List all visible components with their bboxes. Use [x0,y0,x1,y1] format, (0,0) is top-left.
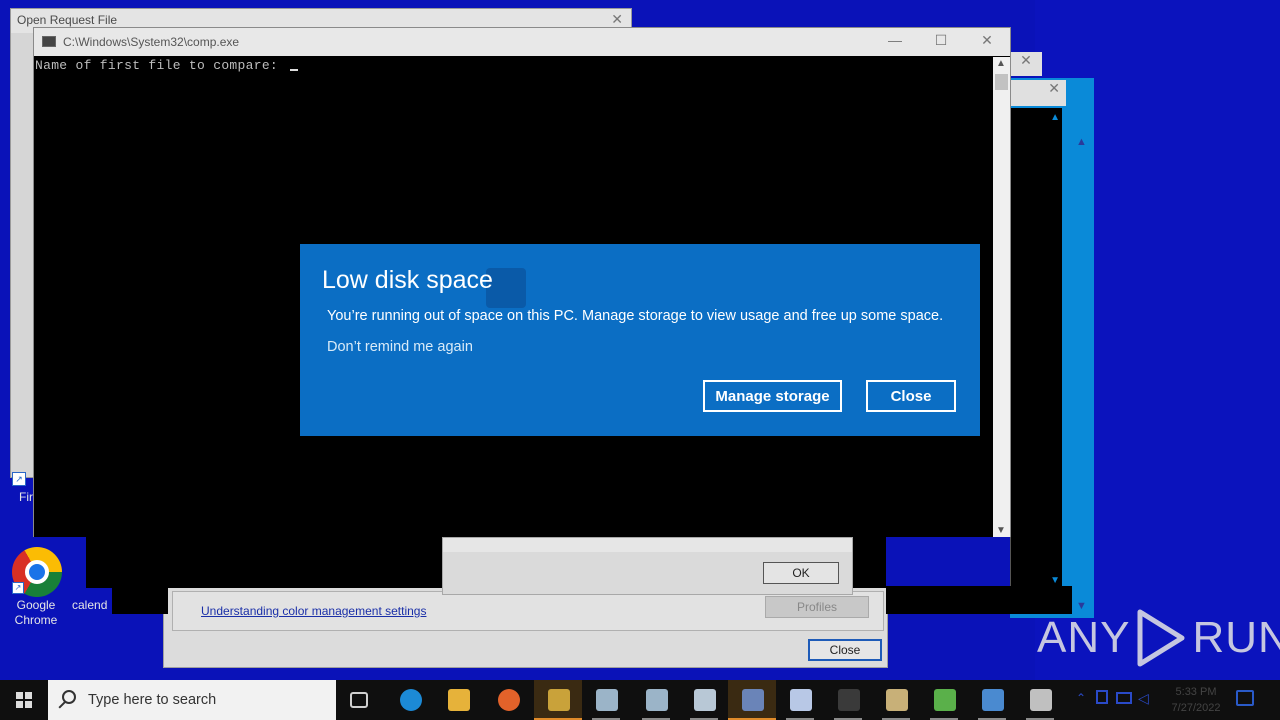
taskbar-item-firefox[interactable] [484,680,532,720]
file-explorer-icon [448,689,470,711]
console-scrollbar[interactable]: ▲ ▼ [993,57,1010,537]
message-dialog-titlebar [443,538,852,552]
scroll-up-icon[interactable]: ▲ [1050,112,1060,123]
ok-button[interactable]: OK [763,562,839,584]
search-icon [62,690,76,704]
monitor-icon [982,689,1004,711]
color-management-close-button[interactable]: Close [808,639,882,661]
edge-icon [400,689,422,711]
taskbar-item-network-tool[interactable] [920,680,968,720]
chevron-up-icon[interactable]: ⌃ [1076,691,1086,705]
background-console-strip-2 [112,580,168,614]
taskbar-clock[interactable]: 5:33 PM 7/27/2022 [1160,684,1232,716]
system-tray: ⌃ ◁ [1072,680,1156,720]
taskbar-item-cube-app[interactable] [680,680,728,720]
desktop-icon-label-calendar[interactable]: calend [72,598,116,612]
background-scrollbar[interactable]: ▲ ▼ [1072,134,1090,614]
close-icon[interactable]: ✕ [964,32,1010,52]
background-console-window: ▲ ▼ [1010,108,1062,590]
console-title: C:\Windows\System32\comp.exe [63,35,240,49]
scroll-down-icon[interactable]: ▼ [1050,575,1060,586]
network-tool-icon [934,689,956,711]
console-prompt-text: Name of first file to compare: [35,58,287,73]
window-app-icon-3 [790,689,812,711]
profiles-button[interactable]: Profiles [765,596,869,618]
task-view-icon [350,692,368,708]
text-cursor [290,69,299,71]
background-close-button-2[interactable]: ✕ [1010,80,1066,106]
window-app-icon [596,689,618,711]
taskbar-item-printer[interactable] [872,680,920,720]
printer-icon [886,689,908,711]
search-placeholder: Type here to search [88,692,217,708]
shortcut-arrow-icon: ↗ [12,582,24,594]
window-app-icon-2 [646,689,668,711]
battery-icon[interactable] [1096,690,1108,704]
taskbar-item-window-app-icon-4[interactable] [1016,680,1064,720]
notification-close-button[interactable]: Close [866,380,956,412]
scroll-up-icon[interactable]: ▲ [996,58,1006,69]
taskbar-item-active-app[interactable] [728,680,776,720]
notification-title: Low disk space [322,266,493,294]
taskbar-item-file-explorer[interactable] [434,680,482,720]
scrollbar-thumb[interactable] [995,74,1008,90]
terminal-icon [838,689,860,711]
maximize-icon[interactable]: ☐ [918,32,964,52]
play-logo-icon [1137,609,1185,667]
taskbar-item-window-app-icon-2[interactable] [632,680,680,720]
key-tool-icon [548,689,570,711]
anyrun-watermark: ANY RUN [1037,606,1280,670]
console-icon [42,36,56,47]
taskbar-item-window-app-icon-3[interactable] [776,680,824,720]
window-app-icon-4 [1030,689,1052,711]
taskbar-item-terminal[interactable] [824,680,872,720]
manage-storage-button[interactable]: Manage storage [703,380,842,412]
taskbar-search-box[interactable]: Type here to search [48,680,336,720]
color-management-help-link[interactable]: Understanding color management settings [201,604,426,618]
clock-time: 5:33 PM [1175,686,1217,698]
scroll-down-icon[interactable]: ▼ [996,525,1006,536]
notification-center-icon[interactable] [1236,690,1254,706]
cube-app-icon [694,689,716,711]
low-disk-space-notification: Low disk space You’re running out of spa… [300,244,980,436]
desktop-icon-label-chrome[interactable]: Google Chrome [6,598,66,628]
close-icon[interactable]: ✕ [611,11,623,28]
dont-remind-link[interactable]: Don’t remind me again [327,339,473,355]
scroll-up-icon[interactable]: ▲ [1076,136,1087,148]
firefox-icon [498,689,520,711]
active-app-icon [742,689,764,711]
taskbar-item-window-app[interactable] [582,680,630,720]
color-management-panel: Understanding color management settings … [172,591,884,631]
clock-date: 7/27/2022 [1171,702,1221,714]
windows-logo-icon [16,692,32,708]
notification-message: You’re running out of space on this PC. … [327,308,944,324]
start-button[interactable] [0,680,48,720]
minimize-icon[interactable]: — [872,32,918,52]
color-management-window: Understanding color management settings … [163,586,888,668]
watermark-text-right: RUN [1192,613,1280,662]
watermark-text-left: ANY [1037,613,1131,662]
shortcut-arrow-icon: ↗ [12,472,26,486]
console-titlebar[interactable]: C:\Windows\System32\comp.exe — ☐ ✕ [34,28,1010,56]
background-close-button-1[interactable]: ✕ [1010,52,1042,76]
taskbar-item-task-view[interactable] [336,680,384,720]
taskbar: Type here to search ⌃ ◁ 5:33 PM 7/27/202… [0,680,1280,720]
message-dialog: OK [442,537,853,595]
taskbar-item-monitor[interactable] [968,680,1016,720]
taskbar-item-edge[interactable] [386,680,434,720]
taskbar-item-key-tool[interactable] [534,680,582,720]
volume-icon[interactable]: ◁ [1138,690,1149,707]
console-prompt: Name of first file to compare: [35,58,299,73]
network-icon[interactable] [1116,692,1132,704]
